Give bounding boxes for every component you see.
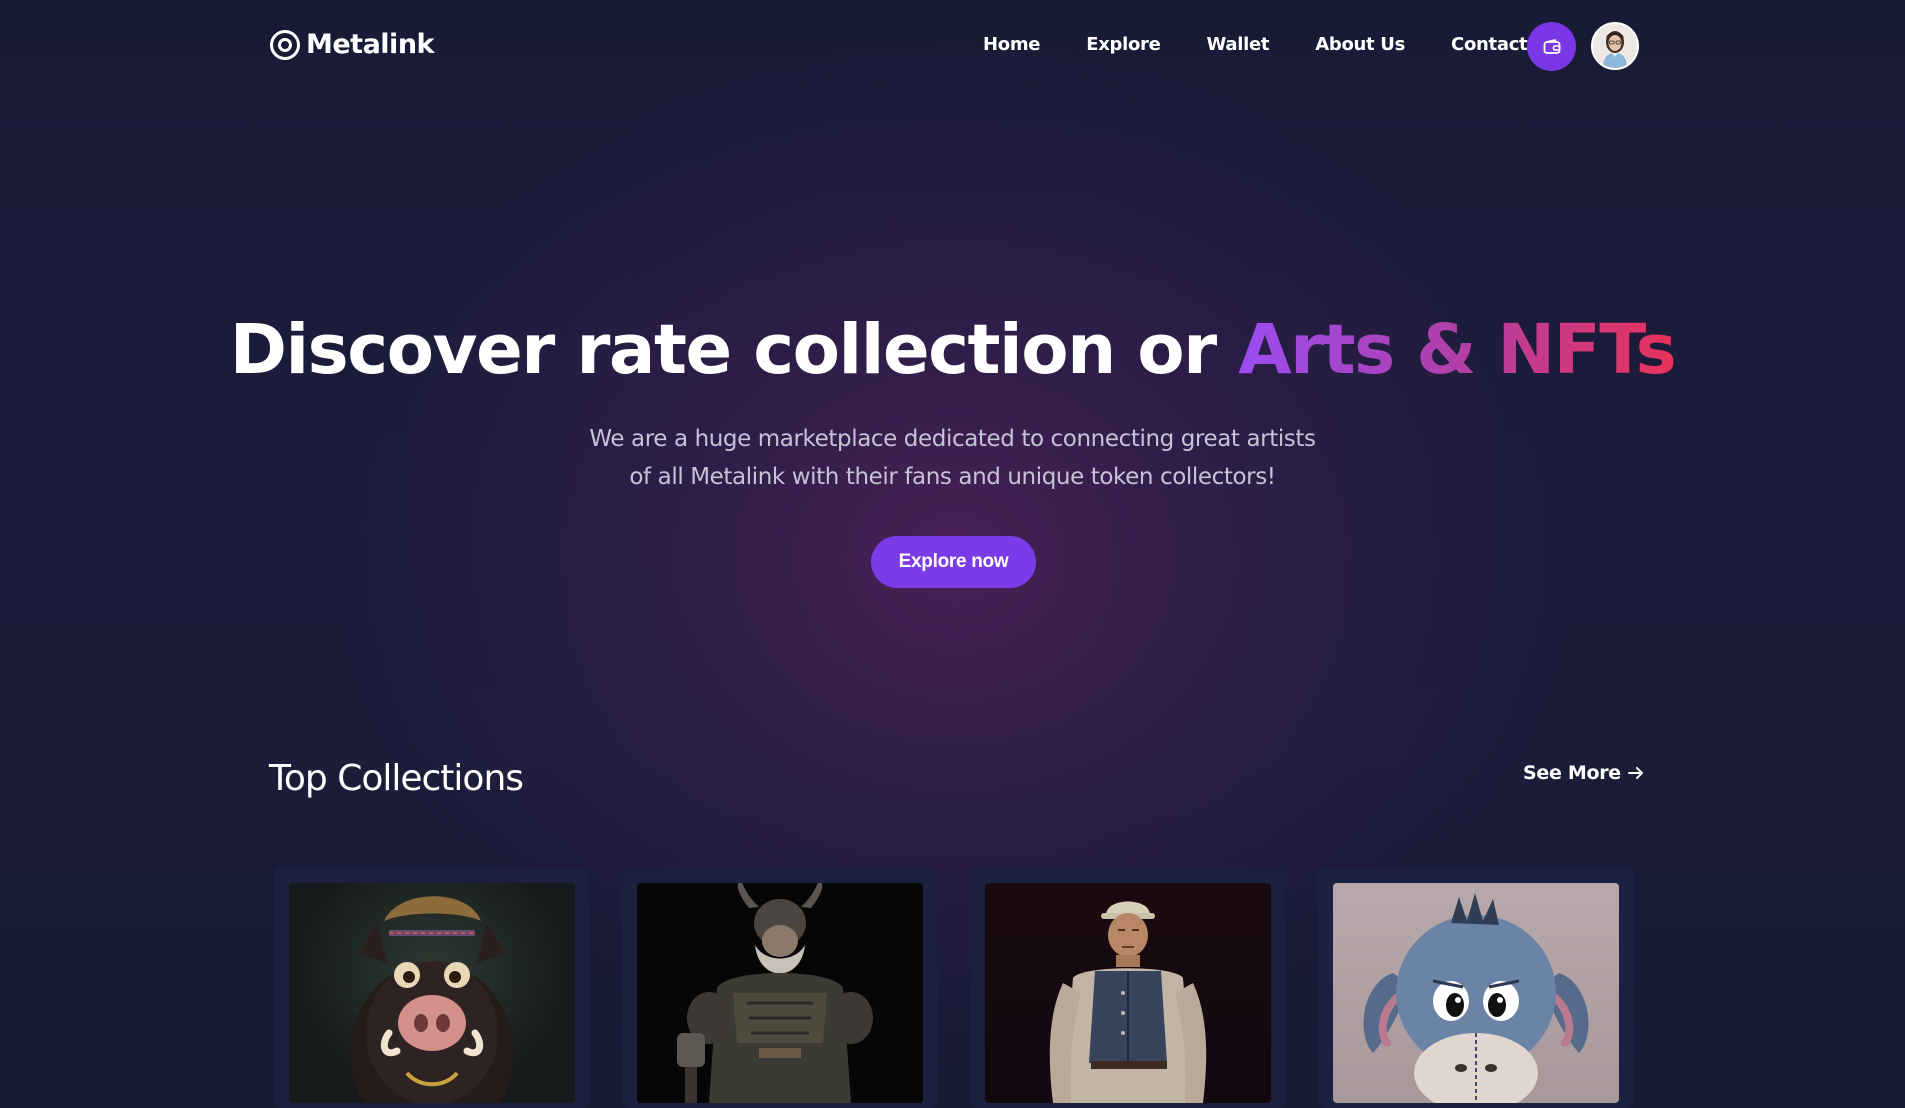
hero-subtitle-line-1: We are a huge marketplace dedicated to c… bbox=[589, 426, 1316, 452]
viking-nft-image bbox=[637, 883, 923, 1103]
nav-link-about-us[interactable]: About Us bbox=[1315, 34, 1405, 55]
hero-title-highlight: Arts & NFTs bbox=[1238, 310, 1677, 390]
nav-link-home[interactable]: Home bbox=[983, 34, 1041, 55]
collection-card[interactable] bbox=[622, 868, 938, 1108]
user-avatar[interactable] bbox=[1591, 22, 1639, 70]
see-more-link[interactable]: See More bbox=[1523, 762, 1644, 784]
nav-link-contact[interactable]: Contact bbox=[1451, 34, 1528, 55]
hero-subtitle-line-2: of all Metalink with their fans and uniq… bbox=[629, 464, 1276, 490]
top-navbar: Metalink Home Explore Wallet About Us Co… bbox=[0, 0, 1905, 94]
hero-subtitle: We are a huge marketplace dedicated to c… bbox=[0, 420, 1905, 496]
boar-nft-image bbox=[289, 883, 575, 1103]
wallet-button[interactable] bbox=[1527, 22, 1576, 71]
hero-title: Discover rate collection or Arts & NFTs bbox=[0, 308, 1905, 392]
logo-text: Metalink bbox=[306, 29, 435, 60]
avatar-image bbox=[1593, 24, 1637, 68]
wallet-icon bbox=[1543, 38, 1560, 54]
top-collections-title: Top Collections bbox=[269, 758, 524, 799]
collection-card[interactable] bbox=[274, 868, 590, 1108]
see-more-label: See More bbox=[1523, 762, 1621, 784]
collection-card[interactable] bbox=[1318, 868, 1634, 1108]
hero-title-plain: Discover rate collection or bbox=[229, 310, 1239, 390]
arrow-right-icon bbox=[1627, 767, 1643, 779]
donkey-nft-image bbox=[1333, 883, 1619, 1103]
nav-link-explore[interactable]: Explore bbox=[1086, 34, 1161, 55]
worker-nft-image bbox=[985, 883, 1271, 1103]
site-logo[interactable]: Metalink bbox=[270, 29, 435, 60]
explore-now-button[interactable]: Explore now bbox=[871, 536, 1036, 588]
nav-links: Home Explore Wallet About Us Contact bbox=[983, 34, 1528, 55]
collection-card[interactable] bbox=[970, 868, 1286, 1108]
logo-icon bbox=[270, 29, 300, 60]
nav-link-wallet[interactable]: Wallet bbox=[1207, 34, 1270, 55]
